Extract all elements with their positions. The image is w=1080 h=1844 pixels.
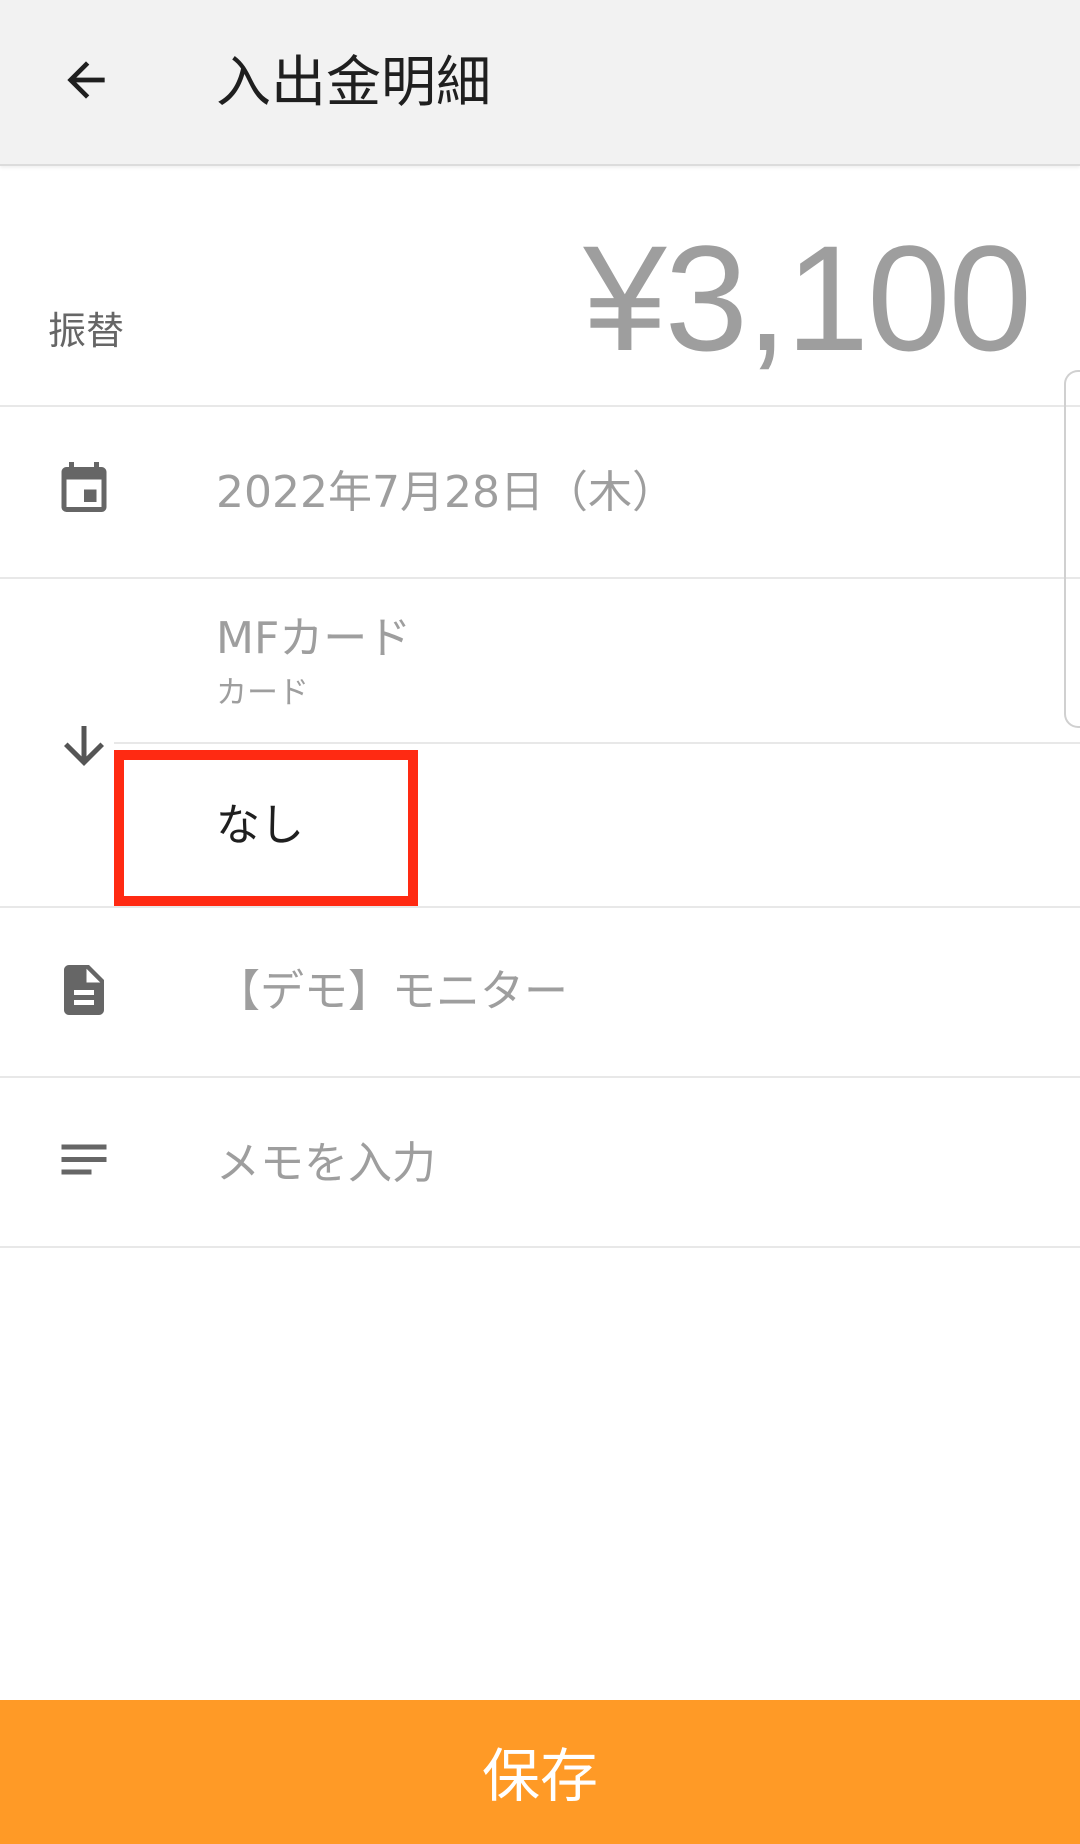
date-value: 2022年7月28日（木） bbox=[216, 467, 676, 518]
save-button[interactable]: 保存 bbox=[0, 1700, 1080, 1844]
highlight-box bbox=[114, 750, 418, 906]
amount-value[interactable]: ¥3,100 bbox=[583, 218, 1032, 378]
from-account-type: カード bbox=[216, 675, 309, 711]
app-bar: 入出金明細 bbox=[0, 0, 1080, 166]
notes-icon bbox=[61, 1144, 107, 1175]
arrow-back-icon bbox=[67, 61, 105, 99]
back-button[interactable] bbox=[46, 40, 126, 120]
save-button-label: 保存 bbox=[481, 1742, 598, 1810]
edge-panel-handle[interactable] bbox=[1064, 370, 1080, 728]
memo-row[interactable]: メモを入力 bbox=[0, 1078, 1080, 1246]
memo-input[interactable]: メモを入力 bbox=[216, 1136, 436, 1192]
calendar-icon bbox=[61, 462, 107, 512]
divider bbox=[0, 1246, 1080, 1248]
from-account-row[interactable]: MFカード カード bbox=[0, 579, 1080, 742]
date-row[interactable]: 2022年7月28日（木） bbox=[0, 407, 1080, 577]
content-value: 【デモ】モニター bbox=[216, 966, 568, 1017]
page-title: 入出金明細 bbox=[216, 50, 492, 114]
from-account-name: MFカード bbox=[216, 613, 412, 664]
content-row[interactable]: 【デモ】モニター bbox=[0, 908, 1080, 1076]
transaction-type-label: 振替 bbox=[48, 309, 125, 353]
document-icon bbox=[64, 965, 104, 1015]
